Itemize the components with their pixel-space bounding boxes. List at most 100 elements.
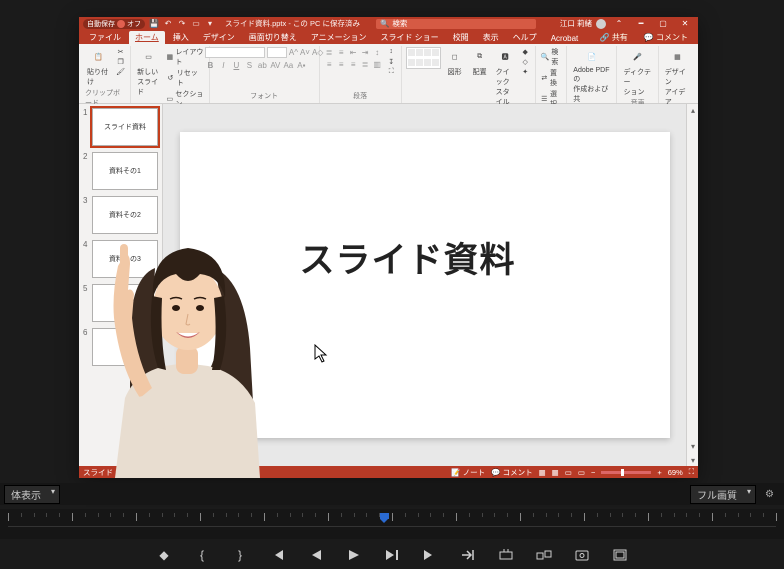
- slide-counter[interactable]: スライド 1/6: [83, 467, 126, 478]
- shape-effects-button[interactable]: ✦: [520, 67, 531, 76]
- comments-button[interactable]: 💬 コメント: [491, 467, 532, 478]
- tab-acrobat[interactable]: Acrobat: [545, 33, 585, 44]
- maximize-icon[interactable]: ▢: [654, 17, 672, 30]
- char-spacing-button[interactable]: AV: [270, 61, 281, 70]
- qat-more-icon[interactable]: ▾: [205, 19, 215, 29]
- shape-outline-button[interactable]: ◇: [520, 57, 531, 66]
- search-input[interactable]: 🔍 検索: [376, 19, 536, 29]
- overwrite-icon[interactable]: [536, 547, 552, 563]
- mark-out-open-icon[interactable]: {: [194, 547, 210, 563]
- thumb-slide-5[interactable]: 04: [92, 284, 158, 322]
- decrease-font-icon[interactable]: A˅: [300, 48, 310, 57]
- slide-page[interactable]: スライド資料: [180, 132, 670, 438]
- text-direction-button[interactable]: ↕: [386, 47, 397, 56]
- redo-icon[interactable]: ↷: [177, 19, 187, 29]
- replace-button[interactable]: ⇄置換: [540, 68, 563, 88]
- slideshow-view-icon[interactable]: ▭: [578, 468, 585, 477]
- settings-icon[interactable]: ⚙: [759, 489, 780, 500]
- normal-view-icon[interactable]: ▦: [539, 468, 546, 477]
- share-button[interactable]: 🔗 共有: [594, 31, 634, 44]
- timeline-ruler[interactable]: [0, 509, 784, 539]
- reading-view-icon[interactable]: ▭: [565, 468, 572, 477]
- adobe-pdf-button[interactable]: 📄 Adobe PDF の 作成および共: [571, 47, 612, 105]
- prev-slide-icon[interactable]: ▾: [687, 454, 698, 466]
- format-painter-button[interactable]: 🖌: [115, 67, 126, 76]
- copy-button[interactable]: ❐: [115, 57, 126, 66]
- tab-slideshow[interactable]: スライド ショー: [374, 31, 444, 44]
- go-to-in-icon[interactable]: [270, 547, 286, 563]
- bold-button[interactable]: B: [205, 61, 216, 70]
- mark-out-close-icon[interactable]: }: [232, 547, 248, 563]
- close-icon[interactable]: ✕: [676, 17, 694, 30]
- align-text-button[interactable]: ↧: [386, 57, 397, 66]
- italic-button[interactable]: I: [218, 61, 229, 70]
- save-icon[interactable]: 💾: [149, 19, 159, 29]
- safe-margins-icon[interactable]: [612, 547, 628, 563]
- insert-icon[interactable]: [498, 547, 514, 563]
- font-color-button[interactable]: A▪: [296, 61, 307, 70]
- user-name[interactable]: 江口 莉緒: [560, 18, 592, 29]
- zoom-in-icon[interactable]: +: [657, 468, 661, 477]
- autosave-toggle[interactable]: 自動保存 オフ: [83, 19, 145, 29]
- language-indicator[interactable]: 🇯🇵: [132, 468, 141, 477]
- tab-insert[interactable]: 挿入: [167, 31, 195, 44]
- tab-home[interactable]: ホーム: [129, 31, 165, 44]
- slide-title[interactable]: スライド資料: [300, 232, 516, 283]
- step-forward-icon[interactable]: [384, 547, 400, 563]
- go-to-out-icon[interactable]: [422, 547, 438, 563]
- comments-button[interactable]: 💬 コメント: [638, 31, 694, 44]
- slide-canvas[interactable]: スライド資料: [163, 104, 686, 466]
- shape-fill-button[interactable]: ◆: [520, 47, 531, 56]
- smartart-button[interactable]: ⛶: [386, 67, 397, 76]
- change-case-button[interactable]: Aa: [283, 61, 294, 70]
- vertical-scrollbar[interactable]: ▴ ▾ ▾: [686, 104, 698, 466]
- export-frame-icon[interactable]: [574, 547, 590, 563]
- paragraph-buttons[interactable]: ≣≡⇤⇥↕ ≡≡≡≣▥: [324, 47, 383, 70]
- avatar[interactable]: [596, 19, 606, 29]
- increase-font-icon[interactable]: A^: [289, 48, 298, 57]
- shadow-button[interactable]: ab: [257, 61, 268, 70]
- thumb-slide-4[interactable]: 資料その3: [92, 240, 158, 278]
- tab-view[interactable]: 表示: [477, 31, 505, 44]
- reset-button[interactable]: ↺リセット: [165, 68, 205, 88]
- shapes-button[interactable]: ◻図形: [444, 47, 466, 78]
- thumb-slide-2[interactable]: 資料その1: [92, 152, 158, 190]
- shapes-gallery[interactable]: [406, 47, 441, 69]
- tab-animations[interactable]: アニメーション: [305, 31, 373, 44]
- paste-button[interactable]: 📋 貼り付け: [85, 47, 112, 88]
- step-back-icon[interactable]: [308, 547, 324, 563]
- font-family-select[interactable]: [205, 47, 265, 58]
- mark-in-icon[interactable]: ◆: [156, 547, 172, 563]
- cut-button[interactable]: ✂: [115, 47, 126, 56]
- undo-icon[interactable]: ↶: [163, 19, 173, 29]
- notes-button[interactable]: 📝 ノート: [451, 467, 485, 478]
- find-button[interactable]: 🔍検索: [540, 47, 563, 67]
- tab-design[interactable]: デザイン: [197, 31, 241, 44]
- dictation-button[interactable]: 🎤 ディクテー ション: [621, 47, 653, 98]
- scroll-up-icon[interactable]: ▴: [687, 104, 698, 116]
- tab-file[interactable]: ファイル: [83, 31, 127, 44]
- new-slide-button[interactable]: ▭ 新しい スライド: [135, 47, 162, 98]
- thumb-slide-3[interactable]: 資料その2: [92, 196, 158, 234]
- ribbon-display-icon[interactable]: ⌃: [610, 17, 628, 30]
- thumb-slide-1[interactable]: スライド資料: [92, 108, 158, 146]
- zoom-percent[interactable]: 69%: [668, 468, 683, 477]
- sorter-view-icon[interactable]: ▦: [552, 468, 559, 477]
- underline-button[interactable]: U: [231, 61, 242, 70]
- start-slideshow-icon[interactable]: ▭: [191, 19, 201, 29]
- quality-dropdown[interactable]: フル画質: [690, 485, 756, 504]
- design-ideas-button[interactable]: ▦ デザイン アイデア: [663, 47, 692, 108]
- zoom-out-icon[interactable]: −: [591, 468, 595, 477]
- tab-review[interactable]: 校閲: [447, 31, 475, 44]
- next-edit-icon[interactable]: [460, 547, 476, 563]
- scroll-down-icon[interactable]: ▾: [687, 440, 698, 452]
- minimize-icon[interactable]: ━: [632, 17, 650, 30]
- layout-button[interactable]: ▦レイアウト: [165, 47, 205, 67]
- quick-styles-button[interactable]: 🅰クイック スタイル: [494, 47, 517, 108]
- font-size-select[interactable]: [267, 47, 287, 58]
- left-dropdown[interactable]: 体表示: [4, 485, 60, 504]
- strikethrough-button[interactable]: S: [244, 61, 255, 70]
- play-icon[interactable]: [346, 547, 362, 563]
- tab-transitions[interactable]: 画面切り替え: [243, 31, 303, 44]
- zoom-slider[interactable]: [601, 471, 651, 474]
